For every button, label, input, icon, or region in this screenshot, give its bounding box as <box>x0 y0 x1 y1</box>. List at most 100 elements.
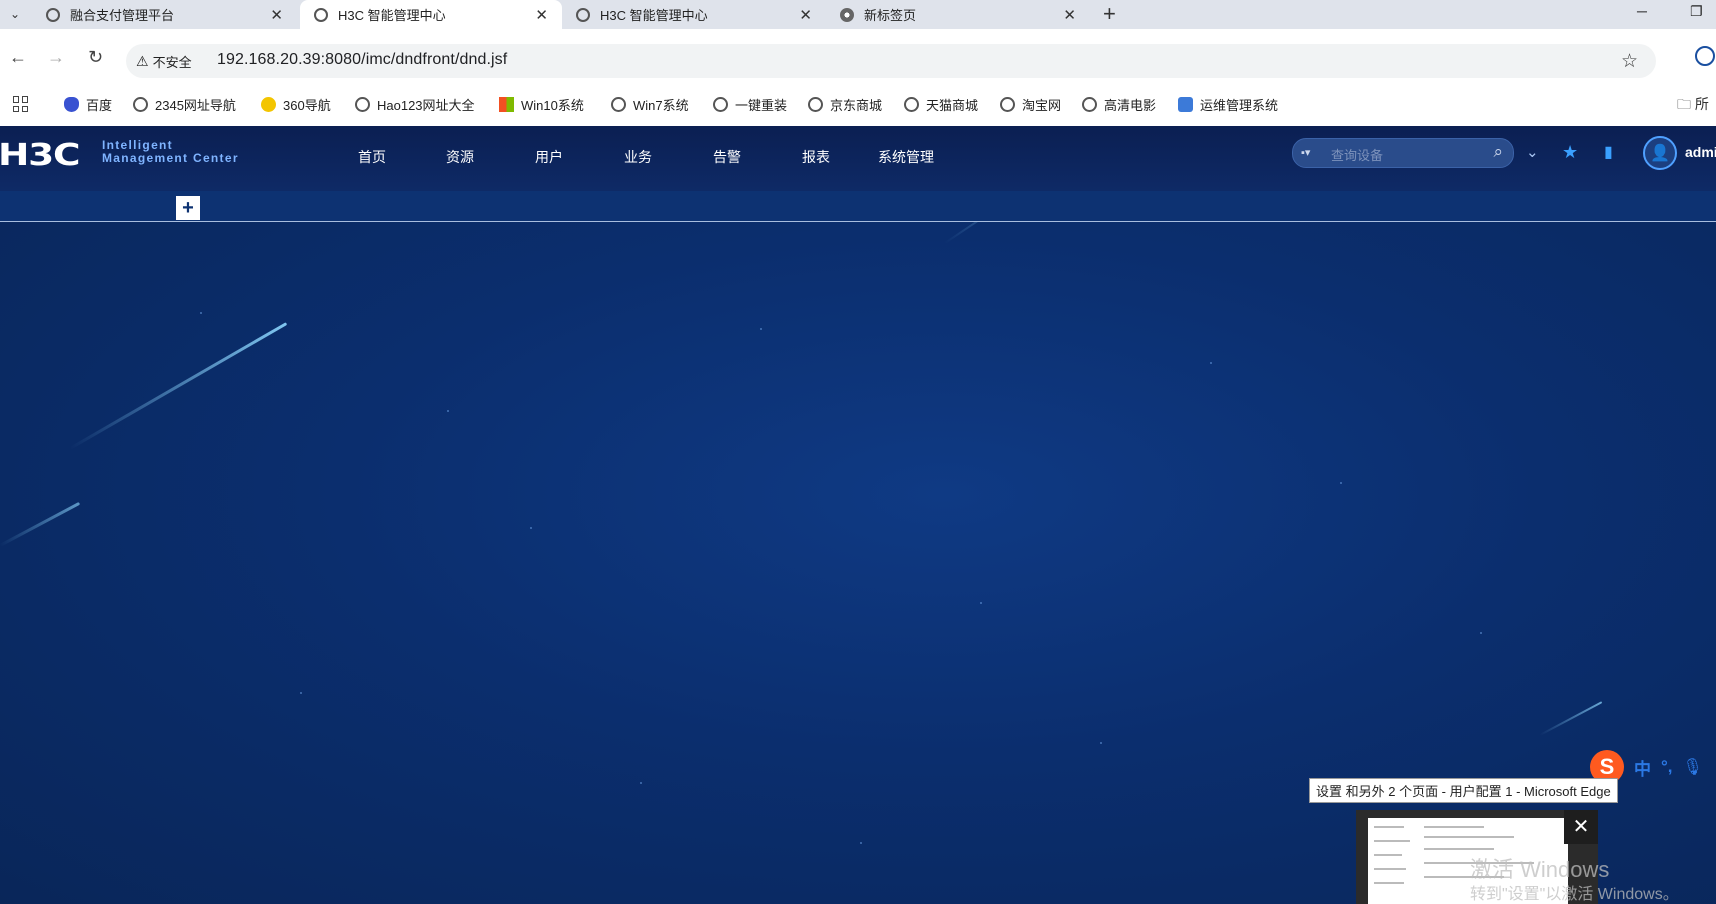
tab-title: H3C 智能管理中心 <box>338 8 446 23</box>
back-arrow-icon[interactable]: ← <box>9 47 27 68</box>
background-star <box>980 602 982 604</box>
close-tab-icon[interactable]: ✕ <box>535 6 548 24</box>
bookmark-item[interactable]: Hao123网址大全 <box>355 95 475 114</box>
url-text[interactable]: 192.168.20.39:8080/imc/dndfront/dnd.jsf <box>217 51 507 69</box>
menu-system-management[interactable]: 系统管理 <box>878 147 934 167</box>
forward-arrow-icon[interactable]: → <box>47 47 65 68</box>
bookmark-label: 京东商城 <box>830 98 883 113</box>
device-search[interactable]: ▪▾ 查询设备 ⌕ <box>1292 138 1514 168</box>
tab-search-chevron-icon[interactable]: ⌄ <box>2 2 28 26</box>
bookmark-item[interactable]: Win7系统 <box>611 95 689 114</box>
menu-alarms[interactable]: 告警 <box>713 147 741 167</box>
bookmark-label: 天猫商城 <box>926 98 979 113</box>
ime-chinese-mode[interactable]: 中 <box>1634 755 1651 780</box>
background-star <box>1210 362 1212 364</box>
restore-icon[interactable]: ❐ <box>1690 3 1703 20</box>
imc-header: H3C Intelligent Management Center 首页 资源 … <box>0 126 1716 191</box>
globe-icon <box>1082 97 1097 112</box>
bookmarks-folder[interactable]: 🗀 所 <box>1677 94 1709 118</box>
bookmark-item[interactable]: 高清电影 <box>1082 95 1156 114</box>
bookmark-label: 2345网址导航 <box>155 98 236 113</box>
h3c-logo[interactable]: H3C <box>0 138 81 173</box>
ime-punctuation-mode[interactable]: °, <box>1661 757 1673 777</box>
background-star <box>1480 632 1482 634</box>
background-star <box>860 842 862 844</box>
360-icon <box>261 97 276 112</box>
globe-icon <box>576 7 590 22</box>
new-tab-button[interactable]: + <box>1103 2 1116 26</box>
reload-icon[interactable]: ↻ <box>88 47 103 68</box>
bookmark-item[interactable]: 一键重装 <box>713 95 787 114</box>
windows-icon <box>499 97 514 112</box>
baidu-icon <box>64 97 79 112</box>
warning-triangle-icon: ⚠ <box>136 53 149 69</box>
bookmark-item[interactable]: 天猫商城 <box>904 95 978 114</box>
username[interactable]: admi <box>1685 144 1716 160</box>
windows-activation-hint: 转到"设置"以激活 Windows。 <box>1470 886 1679 903</box>
menu-users[interactable]: 用户 <box>535 147 563 167</box>
globe-icon <box>314 7 328 22</box>
apps-grid-icon[interactable] <box>13 96 29 112</box>
bookmark-star-icon[interactable]: ☆ <box>1621 50 1638 73</box>
double-chevron-down-icon[interactable]: ⌄ <box>1526 143 1539 161</box>
add-page-tab-button[interactable]: + <box>176 196 200 220</box>
background-star <box>640 782 642 784</box>
bookmark-item[interactable]: 淘宝网 <box>1000 95 1061 114</box>
search-icon[interactable]: ⌕ <box>1493 142 1503 162</box>
device-type-dropdown-icon[interactable]: ▪▾ <box>1301 146 1310 159</box>
browser-tab-1[interactable]: 融合支付管理平台 ✕ <box>32 0 297 29</box>
bookmark-label: 运维管理系统 <box>1200 98 1279 113</box>
minimize-icon[interactable]: ─ <box>1637 3 1647 19</box>
bookmark-item[interactable]: 京东商城 <box>808 95 882 114</box>
bookmark-item[interactable]: 360导航 <box>261 95 331 114</box>
folder-icon: 🗀 <box>1677 96 1691 112</box>
user-avatar-icon[interactable]: 👤 <box>1643 136 1677 170</box>
menu-home[interactable]: 首页 <box>358 147 386 167</box>
tab-title: 融合支付管理平台 <box>70 8 175 23</box>
bookmark-label: 高清电影 <box>1104 98 1157 113</box>
globe-icon <box>46 7 60 22</box>
menu-business[interactable]: 业务 <box>624 147 652 167</box>
close-preview-icon[interactable]: ✕ <box>1564 810 1598 844</box>
bookmark-label: 淘宝网 <box>1022 98 1062 113</box>
browser-tab-strip: ⌄ 融合支付管理平台 ✕ H3C 智能管理中心 ✕ H3C 智能管理中心 ✕ 新… <box>0 0 1716 29</box>
globe-icon <box>611 97 626 112</box>
menu-reports[interactable]: 报表 <box>802 147 830 167</box>
security-indicator[interactable]: ⚠ 不安全 <box>136 52 192 71</box>
globe-icon <box>133 97 148 112</box>
menu-resources[interactable]: 资源 <box>446 147 474 167</box>
close-tab-icon[interactable]: ✕ <box>799 6 812 24</box>
bookmark-label: Hao123网址大全 <box>377 98 475 113</box>
bookmark-item[interactable]: 百度 <box>64 95 112 114</box>
bookmark-icon[interactable]: ▮ <box>1604 142 1613 162</box>
chrome-icon <box>840 7 854 22</box>
close-tab-icon[interactable]: ✕ <box>270 6 283 24</box>
browser-tab-3[interactable]: H3C 智能管理中心 ✕ <box>562 0 826 29</box>
globe-icon <box>808 97 823 112</box>
tab-title: H3C 智能管理中心 <box>600 8 708 23</box>
browser-profile-icon[interactable] <box>1695 46 1715 66</box>
bookmark-label: 一键重装 <box>735 98 788 113</box>
security-label: 不安全 <box>152 55 192 70</box>
favorite-star-icon[interactable]: ★ <box>1562 142 1578 163</box>
bookmarks-folder-label: 所 <box>1694 96 1709 112</box>
globe-icon <box>1000 97 1015 112</box>
microphone-icon[interactable]: 🎙 <box>1683 757 1703 777</box>
globe-icon <box>904 97 919 112</box>
background-meteor-streak <box>1539 701 1603 736</box>
background-star <box>1340 482 1342 484</box>
close-tab-icon[interactable]: ✕ <box>1063 6 1076 24</box>
bookmark-item[interactable]: Win10系统 <box>499 95 584 114</box>
page-tabs-bar: + <box>0 191 1716 222</box>
globe-icon <box>355 97 370 112</box>
address-bar[interactable]: ⚠ 不安全 192.168.20.39:8080/imc/dndfront/dn… <box>126 44 1656 78</box>
browser-tab-2[interactable]: H3C 智能管理中心 ✕ <box>300 0 562 29</box>
ops-system-icon <box>1178 97 1193 112</box>
bookmark-item[interactable]: 2345网址导航 <box>133 95 236 114</box>
background-meteor-streak <box>69 322 288 450</box>
bookmark-label: Win10系统 <box>521 98 584 113</box>
search-placeholder[interactable]: 查询设备 <box>1331 145 1383 164</box>
browser-tab-4[interactable]: 新标签页 ✕ <box>826 0 1090 29</box>
bookmark-item[interactable]: 运维管理系统 <box>1178 95 1278 114</box>
background-star <box>200 312 202 314</box>
